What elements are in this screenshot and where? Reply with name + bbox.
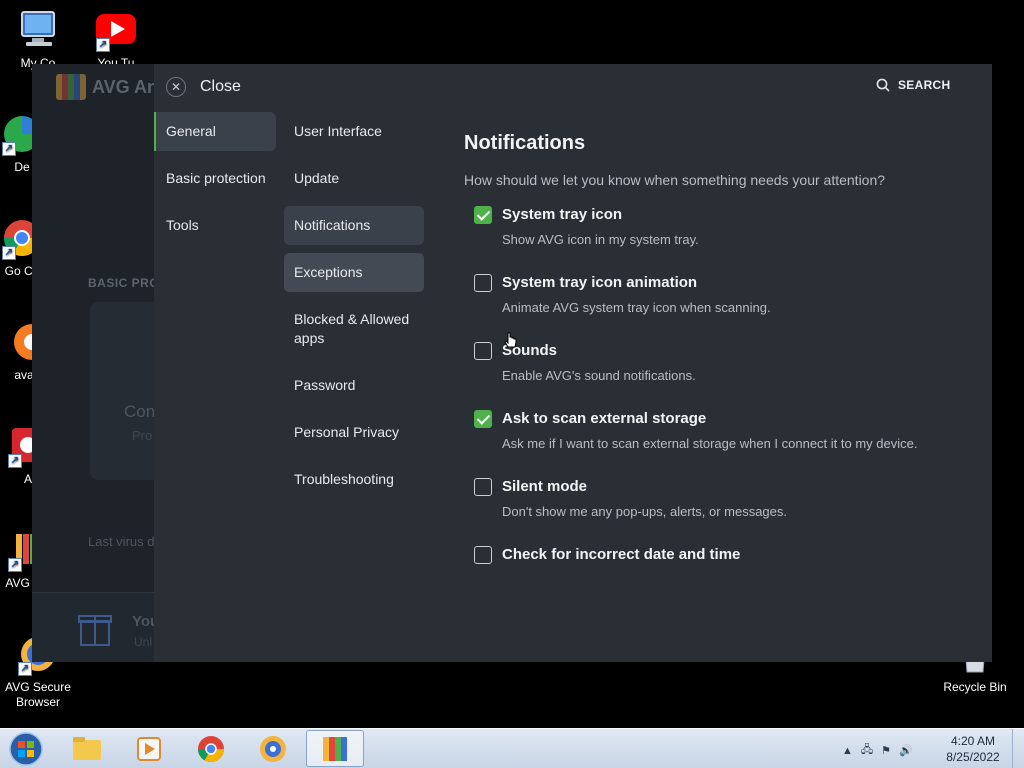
protection-card-title: Con — [124, 402, 156, 421]
network-icon[interactable]: 🖧 — [861, 741, 873, 760]
avg-logo-icon — [56, 74, 86, 100]
option-description: Enable AVG's sound notifications. — [502, 368, 696, 383]
option-label[interactable]: Ask to scan external storage — [502, 410, 974, 428]
subsection-troubleshooting[interactable]: Troubleshooting — [284, 460, 424, 499]
protection-card-subtitle: Pro — [132, 428, 153, 443]
desktop-icon-youtube[interactable]: ↗ You Tu — [78, 8, 154, 71]
option-system-tray-icon: System tray icon Show AVG icon in my sys… — [464, 206, 974, 274]
media-player-icon — [137, 737, 161, 761]
gift-icon — [78, 607, 112, 647]
computer-icon — [16, 8, 60, 52]
option-sounds: Sounds Enable AVG's sound notifications. — [464, 342, 974, 410]
taskbar-chrome[interactable] — [182, 730, 240, 767]
option-description: Don't show me any pop-ups, alerts, or me… — [502, 504, 788, 519]
subsection-update[interactable]: Update — [284, 159, 424, 198]
desktop-icon-label: De — [14, 160, 30, 174]
incorrect-date-time-checkbox[interactable] — [474, 546, 492, 564]
avg-main-title: AVG An — [92, 76, 158, 97]
settings-subsection-nav: User Interface Update Notifications Exce… — [284, 112, 424, 507]
search-label: SEARCH — [898, 78, 951, 92]
desktop-icon-label: A — [23, 472, 32, 486]
option-description: Ask me if I want to scan external storag… — [502, 436, 918, 451]
desktop-icon-label: AVG Secure Browser — [5, 680, 71, 709]
show-desktop-button[interactable] — [1012, 729, 1024, 768]
chrome-icon — [197, 736, 225, 763]
subsection-personal-privacy[interactable]: Personal Privacy — [284, 413, 424, 452]
option-incorrect-date-time: Check for incorrect date and time — [464, 546, 974, 614]
taskbar: ▲ 🖧 ⚑ 🔊 4:20 AM 8/25/2022 — [0, 728, 1024, 768]
notifications-content: Notifications How should we let you know… — [464, 132, 974, 614]
clock[interactable]: 4:20 AM 8/25/2022 — [940, 733, 1006, 765]
close-button[interactable]: ✕ Close — [166, 77, 241, 97]
taskbar-avg-antivirus[interactable] — [306, 730, 364, 767]
last-virus-text: Last virus d — [88, 534, 155, 549]
silent-mode-checkbox[interactable] — [474, 478, 492, 496]
desktop-icon-my-computer[interactable]: My Co — [0, 8, 76, 71]
clock-time: 4:20 AM — [950, 734, 996, 748]
subsection-blocked-allowed-apps[interactable]: Blocked & Allowed apps — [284, 300, 424, 358]
system-tray-animation-checkbox[interactable] — [474, 274, 492, 292]
close-label: Close — [200, 78, 241, 95]
settings-category-nav: General Basic protection Tools — [154, 112, 276, 253]
shortcut-arrow-icon: ↗ — [2, 142, 16, 156]
shortcut-arrow-icon: ↗ — [2, 246, 16, 260]
avg-browser-icon — [260, 736, 286, 762]
taskbar-media-player[interactable] — [120, 730, 178, 767]
avg-icon — [323, 737, 347, 761]
taskbar-avg-secure-browser[interactable] — [244, 730, 302, 767]
page-subtitle: How should we let you know when somethin… — [464, 172, 886, 188]
shortcut-arrow-icon: ↗ — [8, 454, 22, 468]
category-general[interactable]: General — [154, 112, 276, 151]
option-description: Show AVG icon in my system tray. — [502, 232, 699, 247]
category-basic-protection[interactable]: Basic protection — [154, 159, 276, 198]
option-label[interactable]: Check for incorrect date and time — [502, 546, 974, 564]
search-button[interactable]: SEARCH — [876, 78, 950, 92]
system-tray-icon-checkbox[interactable] — [474, 206, 492, 224]
subsection-password[interactable]: Password — [284, 366, 424, 405]
option-system-tray-animation: System tray icon animation Animate AVG s… — [464, 274, 974, 342]
action-center-flag-icon[interactable]: ⚑ — [881, 744, 891, 757]
category-tools[interactable]: Tools — [154, 206, 276, 245]
show-hidden-icons-button[interactable]: ▲ — [842, 745, 853, 757]
subsection-notifications[interactable]: Notifications — [284, 206, 424, 245]
clock-date: 8/25/2022 — [946, 750, 1000, 764]
option-silent-mode: Silent mode Don't show me any pop-ups, a… — [464, 478, 974, 546]
search-icon — [876, 78, 890, 92]
scan-external-storage-checkbox[interactable] — [474, 410, 492, 428]
page-title: Notifications — [464, 132, 586, 154]
option-label[interactable]: System tray icon — [502, 206, 974, 224]
basic-protection-heading: BASIC PRO — [88, 276, 160, 290]
shortcut-arrow-icon: ↗ — [8, 558, 22, 572]
subsection-user-interface[interactable]: User Interface — [284, 112, 424, 151]
taskbar-file-explorer[interactable] — [58, 730, 116, 767]
youtube-icon: ↗ — [94, 8, 138, 52]
option-label[interactable]: System tray icon animation — [502, 274, 974, 292]
desktop-icon-label: Recycle Bin — [943, 680, 1007, 694]
option-label[interactable]: Silent mode — [502, 478, 974, 496]
close-icon: ✕ — [166, 77, 186, 97]
system-tray: ▲ 🖧 ⚑ 🔊 — [842, 741, 921, 760]
folder-icon — [73, 737, 101, 760]
upgrade-banner-subtitle: Unl — [134, 635, 153, 649]
subsection-exceptions[interactable]: Exceptions — [284, 253, 424, 292]
shortcut-arrow-icon: ↗ — [18, 662, 32, 676]
hand-cursor-icon — [504, 332, 517, 348]
settings-panel: ✕ Close SEARCH General Basic protection … — [154, 64, 992, 662]
start-button[interactable] — [4, 731, 48, 767]
sounds-checkbox[interactable] — [474, 342, 492, 360]
option-label[interactable]: Sounds — [502, 342, 974, 360]
volume-icon[interactable]: 🔊 — [899, 744, 913, 757]
option-scan-external-storage: Ask to scan external storage Ask me if I… — [464, 410, 974, 478]
windows-logo-icon — [9, 732, 43, 766]
option-description: Animate AVG system tray icon when scanni… — [502, 300, 771, 315]
shortcut-arrow-icon: ↗ — [96, 38, 110, 52]
